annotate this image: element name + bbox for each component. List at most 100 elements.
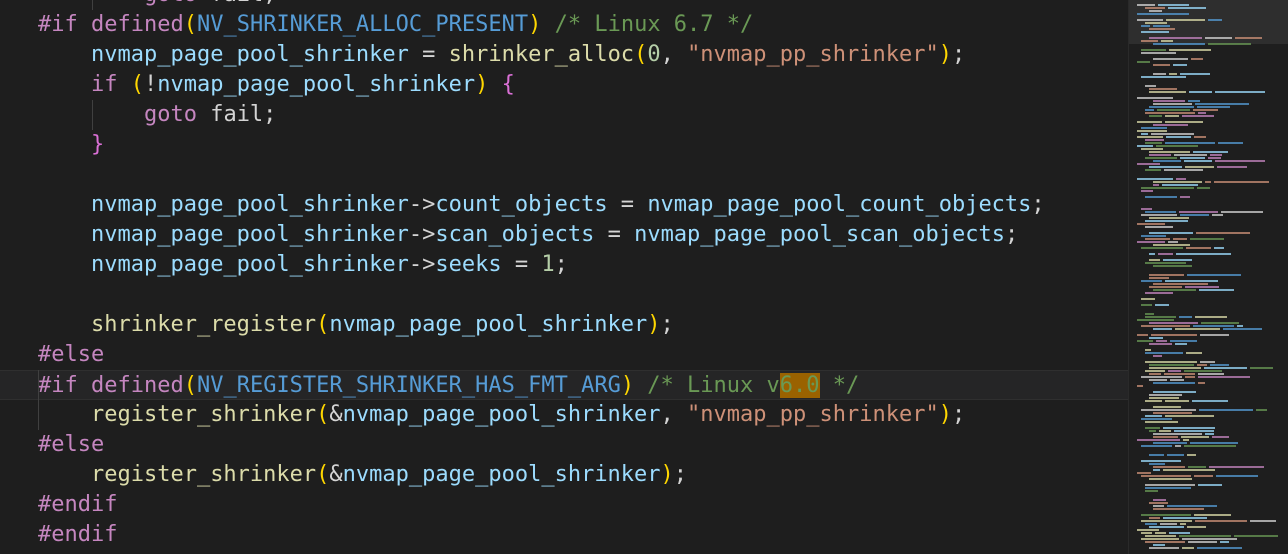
code-token: -> — [408, 192, 436, 217]
minimap-line — [1149, 232, 1193, 234]
minimap-line — [1216, 475, 1258, 477]
code-line[interactable]: register_shrinker(&nvmap_page_pool_shrin… — [0, 460, 1128, 490]
minimap-line — [1145, 157, 1177, 159]
minimap-line — [1168, 370, 1181, 372]
minimap-line — [1175, 343, 1187, 345]
code-token: ) — [938, 402, 952, 427]
code-token: ( — [183, 12, 197, 37]
minimap-line — [1137, 145, 1153, 147]
indent-guide — [92, 0, 93, 10]
minimap-line — [1141, 298, 1155, 300]
minimap-line — [1145, 523, 1157, 525]
minimap-line — [1191, 58, 1203, 60]
code-line[interactable]: register_shrinker(&nvmap_page_pool_shrin… — [0, 400, 1128, 430]
minimap-line — [1157, 109, 1190, 111]
minimap-line — [1145, 7, 1165, 9]
minimap[interactable] — [1128, 0, 1288, 554]
code-line[interactable]: nvmap_page_pool_shrinker = shrinker_allo… — [0, 40, 1128, 70]
code-line[interactable]: #if defined(NV_SHRINKER_ALLOC_PRESENT) /… — [0, 10, 1128, 40]
minimap-line — [1137, 472, 1151, 474]
minimap-line — [1137, 163, 1160, 165]
minimap-line — [1145, 484, 1195, 486]
minimap-line — [1153, 103, 1192, 105]
code-token: ( — [183, 373, 197, 398]
code-line[interactable]: nvmap_page_pool_shrinker->scan_objects =… — [0, 220, 1128, 250]
code-token: if — [90, 72, 118, 97]
minimap-line — [1186, 247, 1211, 249]
minimap-line — [1137, 178, 1173, 180]
code-line[interactable]: goto fail; — [0, 0, 1128, 10]
minimap-line — [1195, 520, 1247, 522]
minimap-line — [1141, 409, 1196, 411]
code-line[interactable]: #endif — [0, 520, 1128, 550]
code-line[interactable] — [0, 280, 1128, 310]
minimap-line — [1145, 427, 1160, 429]
code-line[interactable]: goto fail; — [0, 100, 1128, 130]
minimap-line — [1179, 535, 1231, 537]
code-line[interactable]: nvmap_page_pool_shrinker->count_objects … — [0, 190, 1128, 220]
minimap-line — [1189, 91, 1212, 93]
minimap-line — [1145, 139, 1164, 141]
code-line[interactable]: #else — [0, 430, 1128, 460]
minimap-line — [1141, 25, 1150, 27]
minimap-line — [1184, 370, 1222, 372]
minimap-line — [1234, 535, 1278, 537]
code-token: "nvmap_pp_shrinker" — [687, 402, 939, 427]
code-line[interactable]: } — [0, 130, 1128, 160]
minimap-line — [1149, 397, 1179, 399]
minimap-line — [1164, 169, 1203, 171]
minimap-line — [1137, 340, 1153, 342]
minimap-line — [1153, 412, 1192, 414]
minimap-line — [1149, 217, 1189, 219]
minimap-line — [1137, 61, 1150, 63]
minimap-line — [1256, 409, 1267, 411]
minimap-line — [1176, 178, 1186, 180]
minimap-line — [1218, 142, 1243, 144]
minimap-line — [1145, 487, 1191, 489]
minimap-line — [1149, 322, 1198, 324]
minimap-line — [1149, 463, 1165, 465]
code-token: ( — [130, 72, 144, 97]
minimap-line — [1141, 445, 1172, 447]
minimap-line — [1153, 508, 1204, 510]
minimap-line — [1137, 121, 1162, 123]
code-line[interactable]: shrinker_register(nvmap_page_pool_shrink… — [0, 310, 1128, 340]
minimap-line — [1145, 361, 1197, 363]
minimap-line — [1149, 343, 1172, 345]
code-token: ; — [554, 252, 568, 277]
code-line-current[interactable]: #if defined(NV_REGISTER_SHRINKER_HAS_FMT… — [0, 370, 1128, 400]
minimap-line — [1149, 502, 1168, 504]
minimap-line — [1153, 58, 1188, 60]
minimap-line — [1145, 109, 1154, 111]
minimap-line — [1149, 277, 1169, 279]
minimap-line — [1165, 400, 1189, 402]
minimap-line — [1183, 439, 1189, 441]
minimap-line — [1145, 421, 1178, 423]
code-line[interactable] — [0, 160, 1128, 190]
code-token: goto — [143, 102, 197, 127]
minimap-line — [1141, 214, 1177, 216]
minimap-line — [1153, 328, 1172, 330]
minimap-line — [1153, 544, 1165, 546]
code-text-area[interactable]: goto fail;#if defined(NV_SHRINKER_ALLOC_… — [0, 0, 1128, 554]
minimap-line — [1145, 238, 1170, 240]
minimap-line — [1141, 187, 1194, 189]
code-token: "nvmap_pp_shrinker" — [687, 42, 939, 67]
minimap-line — [1145, 22, 1167, 24]
code-line[interactable]: #endif — [0, 490, 1128, 520]
minimap-line — [1187, 454, 1196, 456]
minimap-line — [1212, 214, 1223, 216]
minimap-line — [1187, 526, 1206, 528]
code-line[interactable]: if (!nvmap_page_pool_shrinker) { — [0, 70, 1128, 100]
code-line[interactable]: #else — [0, 340, 1128, 370]
minimap-line — [1153, 442, 1187, 444]
code-line[interactable]: nvmap_page_pool_shrinker->seeks = 1; — [0, 250, 1128, 280]
minimap-line — [1141, 520, 1192, 522]
code-token: ) — [647, 312, 661, 337]
minimap-line — [1182, 538, 1237, 540]
code-token: nvmap_page_pool_shrinker — [342, 402, 661, 427]
code-token: register_shrinker — [90, 402, 317, 427]
